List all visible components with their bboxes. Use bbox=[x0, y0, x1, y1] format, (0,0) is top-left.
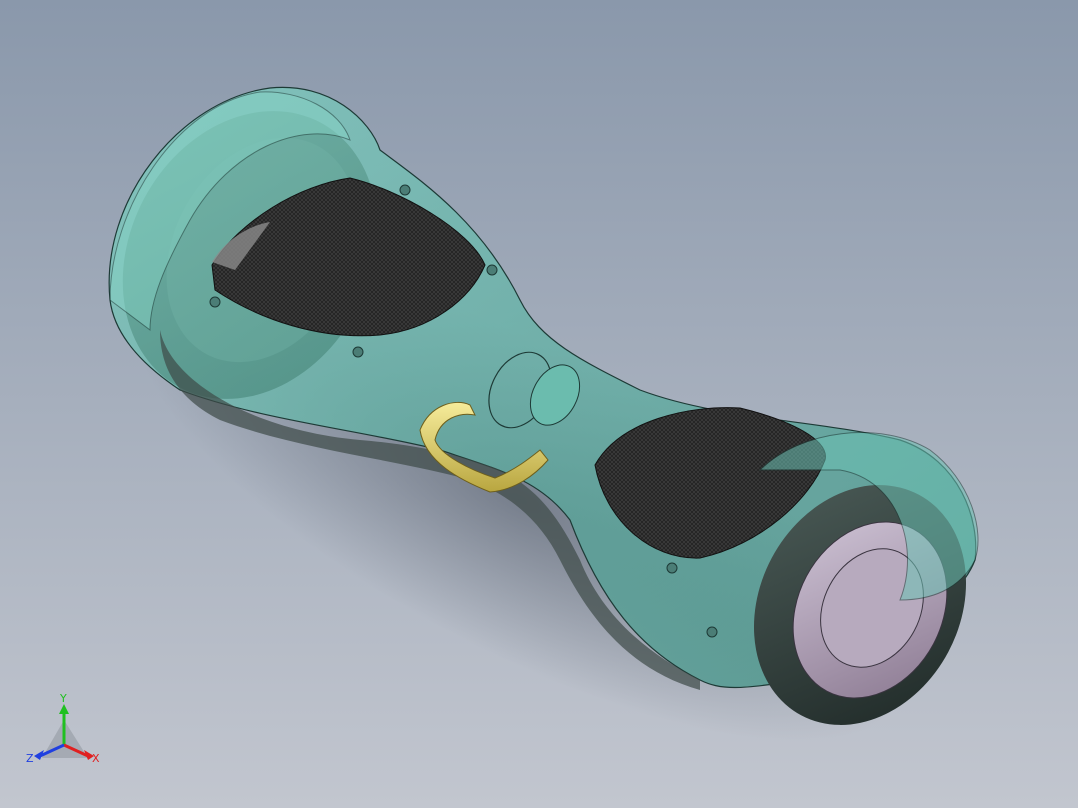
graphics-viewport[interactable]: Y X Z bbox=[0, 0, 1078, 808]
triad-y-label: Y bbox=[59, 692, 67, 705]
hoverboard-model[interactable] bbox=[0, 0, 1078, 808]
screw bbox=[352, 346, 364, 358]
triad-y-arrow bbox=[59, 704, 69, 714]
triad-x-label: X bbox=[92, 752, 100, 765]
triad-z-label: Z bbox=[26, 752, 34, 765]
screw bbox=[399, 184, 411, 196]
orientation-triad[interactable]: Y X Z bbox=[22, 690, 112, 770]
screw bbox=[486, 264, 498, 276]
screw bbox=[706, 626, 718, 638]
screw bbox=[666, 562, 678, 574]
screw bbox=[209, 296, 221, 308]
